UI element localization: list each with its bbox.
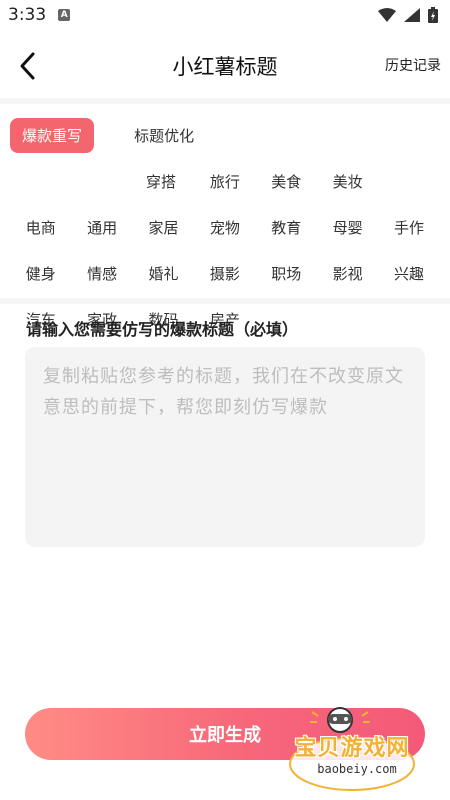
signal-icon (404, 8, 420, 22)
tag-general[interactable]: 通用 (71, 210, 132, 245)
divider (0, 98, 450, 104)
title-input-box (25, 347, 425, 547)
tag-ecommerce[interactable]: 电商 (10, 210, 71, 245)
tag-emotion[interactable]: 情感 (71, 256, 132, 291)
status-bar: 3:33 A (0, 0, 450, 30)
back-arrow-icon[interactable] (14, 50, 42, 82)
page-title: 小红薯标题 (172, 55, 278, 79)
watermark: 宝贝游戏网 baobeiy.com (272, 702, 432, 794)
history-button[interactable]: 历史记录 (385, 55, 441, 75)
tag-title-optimize[interactable]: 标题优化 (71, 118, 194, 153)
tag-outfit[interactable]: 穿搭 (128, 164, 194, 199)
watermark-url: baobeiy.com (317, 762, 397, 776)
tag-travel[interactable]: 旅行 (194, 164, 255, 199)
tag-workplace[interactable]: 职场 (256, 256, 317, 291)
tag-hobby[interactable]: 兴趣 (378, 256, 439, 291)
tag-pets[interactable]: 宠物 (194, 210, 255, 245)
tag-handcraft[interactable]: 手作 (378, 210, 439, 245)
battery-icon (428, 7, 438, 23)
tag-home[interactable]: 家居 (133, 210, 194, 245)
app-notification-icon: A (58, 9, 71, 21)
tag-mother-baby[interactable]: 母婴 (317, 210, 378, 245)
tag-education[interactable]: 教育 (256, 210, 317, 245)
input-label: 请输入您需要仿写的爆款标题（必填） (26, 320, 299, 339)
wifi-icon (378, 8, 396, 22)
header: 小红薯标题 历史记录 (0, 38, 450, 94)
tag-beauty[interactable]: 美妆 (317, 164, 378, 199)
tag-fitness[interactable]: 健身 (10, 256, 71, 291)
category-tags: 爆款重写 标题优化 穿搭 旅行 美食 美妆 电商 通用 家居 宠物 教育 母婴 … (10, 118, 440, 337)
tag-photography[interactable]: 摄影 (194, 256, 255, 291)
watermark-text: 宝贝游戏网 (294, 736, 410, 761)
divider (0, 298, 450, 304)
tag-wedding[interactable]: 婚礼 (133, 256, 194, 291)
title-input[interactable] (41, 359, 413, 539)
tag-food[interactable]: 美食 (256, 164, 317, 199)
tag-film[interactable]: 影视 (317, 256, 378, 291)
status-time: 3:33 (8, 5, 47, 25)
